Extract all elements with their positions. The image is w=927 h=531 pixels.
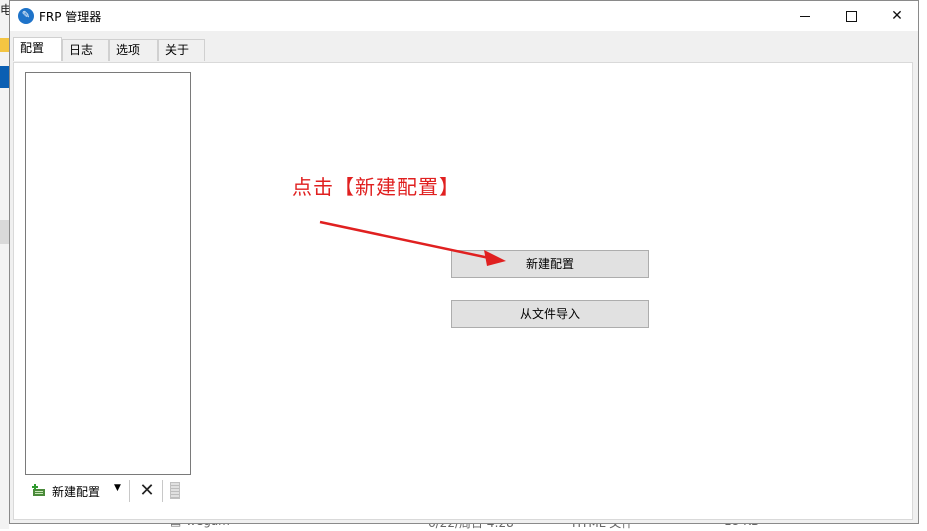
wrench-icon: ✎ bbox=[18, 8, 34, 24]
minimize-button[interactable] bbox=[782, 1, 828, 31]
tab-options[interactable]: 选项 bbox=[109, 39, 158, 61]
config-panel: 新建配置 ▼ ✕ 点击【新建配置】 新建配置 从文件导入 bbox=[13, 62, 913, 520]
tab-log[interactable]: 日志 bbox=[62, 39, 109, 61]
title-bar[interactable]: ✎ FRP 管理器 ✕ bbox=[10, 1, 918, 31]
background-row bbox=[0, 220, 9, 244]
annotation-arrow bbox=[319, 220, 506, 266]
background-explorer-edge: 电 bbox=[0, 0, 12, 529]
window-title: FRP 管理器 bbox=[39, 10, 102, 24]
folder-icon bbox=[0, 38, 9, 52]
tab-about[interactable]: 关于 bbox=[158, 39, 205, 61]
maximize-icon bbox=[845, 10, 857, 22]
minimize-icon bbox=[800, 15, 810, 17]
frp-manager-window: ✎ FRP 管理器 ✕ 配置 日志 选项 关于 新建配置 ▼ ✕ 点击【新建配置… bbox=[9, 0, 919, 524]
close-button[interactable]: ✕ bbox=[874, 1, 920, 31]
maximize-button[interactable] bbox=[828, 1, 874, 31]
close-icon: ✕ bbox=[891, 8, 903, 24]
background-selection bbox=[0, 66, 9, 88]
tab-config[interactable]: 配置 bbox=[13, 37, 62, 61]
